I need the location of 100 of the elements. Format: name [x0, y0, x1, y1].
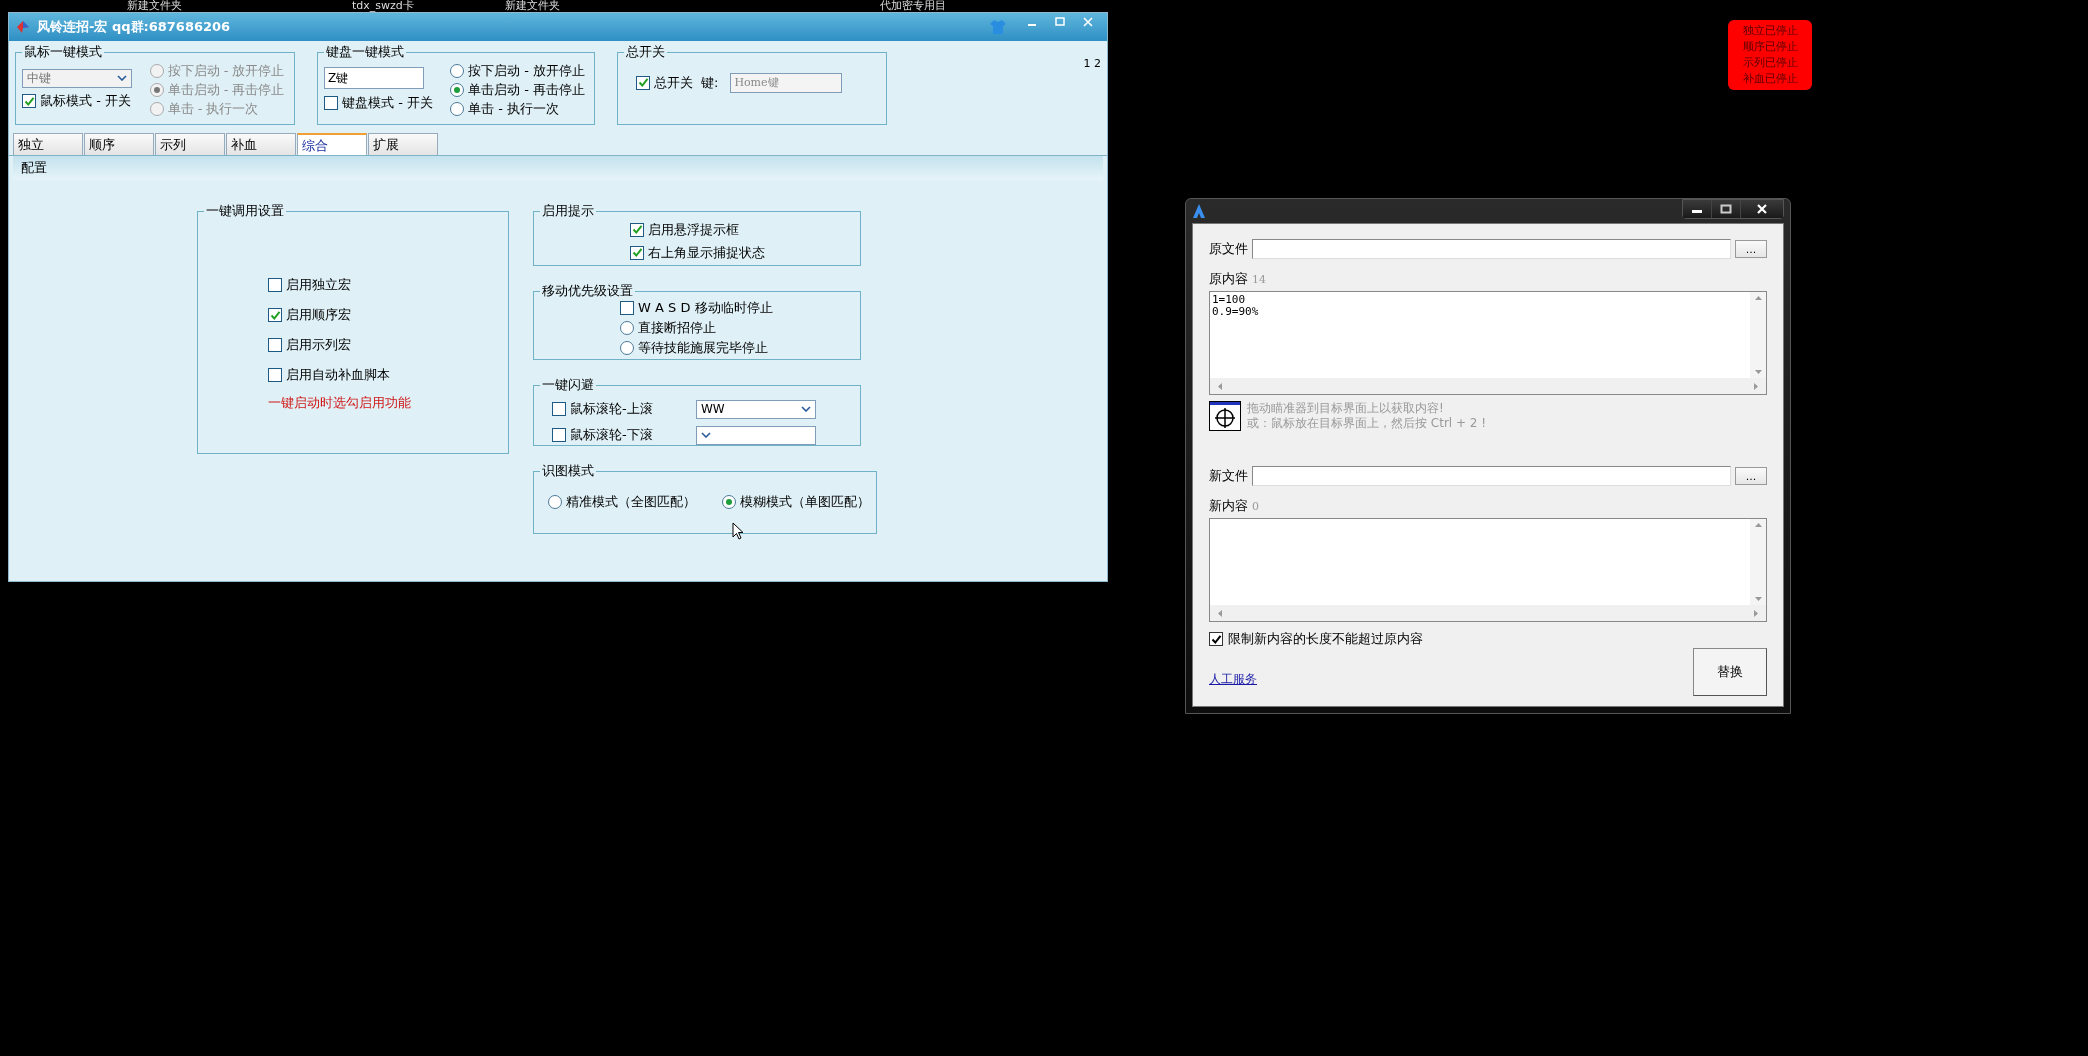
close-icon — [1756, 204, 1768, 214]
radio-button[interactable] — [450, 101, 464, 116]
caret-icon — [701, 432, 711, 438]
desktop-icon-label[interactable]: 新建文件夹 — [505, 0, 560, 12]
checkbox-label[interactable]: 总开关 — [654, 73, 693, 92]
browse-button[interactable]: ... — [1735, 240, 1767, 258]
group-title: 移动优先级设置 — [541, 282, 634, 300]
radio-button[interactable] — [450, 63, 464, 78]
checkbox[interactable] — [268, 368, 282, 382]
status-text: 顺序已停止 — [1742, 39, 1798, 55]
checkbox[interactable] — [22, 94, 36, 108]
dropdown[interactable]: WW — [696, 399, 816, 419]
field-label: 新内容 — [1209, 497, 1248, 515]
file-path-field[interactable] — [1252, 239, 1731, 259]
radio-button[interactable] — [620, 321, 634, 335]
down-arrow-icon[interactable] — [1754, 597, 1762, 601]
crosshair-icon[interactable] — [1209, 401, 1241, 431]
hint-text: 拖动瞄准器到目标界面上以获取内容! — [1247, 401, 1445, 416]
cursor-icon — [732, 522, 744, 540]
checkbox[interactable] — [630, 222, 644, 237]
radio-button[interactable] — [722, 495, 736, 509]
checkbox[interactable] — [552, 428, 566, 442]
checkbox[interactable] — [630, 245, 644, 260]
status-text: 示列已停止 — [1742, 55, 1798, 71]
left-arrow-icon[interactable] — [1218, 609, 1222, 617]
checkbox[interactable] — [268, 308, 282, 322]
checkbox[interactable] — [552, 402, 566, 416]
right-arrow-icon[interactable] — [1754, 382, 1758, 390]
right-arrow-icon[interactable] — [1754, 609, 1758, 617]
hint-text: 或：鼠标放在目标界面上，然后按 Ctrl + 2 ! — [1247, 416, 1487, 431]
checkbox[interactable] — [268, 278, 282, 292]
scrollbar[interactable] — [1210, 378, 1766, 394]
browse-button[interactable]: ... — [1735, 467, 1767, 485]
checkbox-label[interactable]: 启用悬浮提示框 — [648, 220, 739, 239]
scrollbar[interactable] — [1750, 292, 1766, 378]
checkbox-label[interactable]: 限制新内容的长度不能超过原内容 — [1228, 630, 1423, 648]
file-path-field[interactable] — [1252, 466, 1731, 486]
checkbox[interactable] — [1209, 632, 1223, 646]
desktop-icon-label[interactable]: 代加密专用目 — [880, 0, 946, 12]
group-title: 一键调用设置 — [205, 202, 285, 220]
checkbox-label[interactable]: W A S D 移动临时停止 — [638, 299, 773, 317]
tab[interactable]: 补血 — [226, 133, 296, 155]
checkbox-label[interactable]: 鼠标模式 - 开关 — [40, 92, 131, 110]
radio-label[interactable]: 按下启动 - 放开停止 — [468, 61, 585, 80]
minimize-button[interactable] — [1683, 200, 1712, 218]
radio-label[interactable]: 等待技能施展完毕停止 — [638, 339, 768, 357]
checkbox-label[interactable]: 启用独立宏 — [286, 276, 351, 294]
window-title: 风铃连招-宏 qq群:687686206 — [37, 18, 232, 36]
checkbox-label[interactable]: 启用顺序宏 — [286, 306, 351, 324]
checkbox-label[interactable]: 启用示列宏 — [286, 336, 351, 354]
up-arrow-icon[interactable] — [1754, 296, 1762, 300]
down-arrow-icon[interactable] — [1754, 370, 1762, 374]
radio-label[interactable]: 单击 - 执行一次 — [468, 99, 559, 118]
maximize-button[interactable] — [1712, 200, 1741, 218]
radio-button[interactable] — [620, 341, 634, 355]
desktop-icon-label[interactable]: tdx_swzd卡 — [352, 0, 414, 12]
scrollbar[interactable] — [1210, 605, 1766, 621]
scrollbar[interactable] — [1750, 519, 1766, 605]
desktop-icon-label[interactable]: 新建文件夹 — [127, 0, 182, 12]
group-title: 鼠标一键模式 — [23, 43, 103, 61]
checkbox-label[interactable]: 启用自动补血脚本 — [286, 366, 390, 384]
close-icon — [1083, 17, 1093, 27]
radio-button[interactable] — [548, 495, 562, 509]
radio-label[interactable]: 直接断招停止 — [638, 319, 716, 337]
radio-label[interactable]: 模糊模式（单图匹配） — [740, 493, 870, 511]
radio-label[interactable]: 单击启动 - 再击停止 — [468, 80, 585, 99]
radio-button[interactable] — [450, 82, 464, 97]
status-text: 补血已停止 — [1742, 71, 1798, 87]
checkbox[interactable] — [268, 338, 282, 352]
service-link[interactable]: 人工服务 — [1209, 671, 1257, 688]
tab[interactable]: 顺序 — [84, 133, 154, 155]
tab[interactable]: 示列 — [155, 133, 225, 155]
key-field[interactable]: Z键 — [324, 67, 424, 89]
radio-label[interactable]: 精准模式（全图匹配） — [566, 493, 696, 511]
key-label: 键: — [701, 73, 719, 92]
replace-button[interactable]: 替换 — [1693, 648, 1767, 696]
up-arrow-icon[interactable] — [1754, 523, 1762, 527]
checkbox[interactable] — [636, 75, 650, 90]
left-arrow-icon[interactable] — [1218, 382, 1222, 390]
tab[interactable]: 综合 — [297, 133, 367, 155]
checkbox[interactable] — [324, 95, 338, 110]
checkbox-label[interactable]: 键盘模式 - 开关 — [342, 93, 433, 112]
tab[interactable]: 扩展 — [368, 133, 438, 155]
dropdown[interactable] — [696, 425, 816, 445]
checkbox-label[interactable]: 右上角显示捕捉状态 — [648, 243, 765, 262]
checkbox-label[interactable]: 鼠标滚轮-下滚 — [570, 426, 653, 444]
minimize-icon — [1028, 24, 1036, 26]
status-text: 独立已停止 — [1742, 23, 1798, 39]
content-box[interactable]: 1=100 0.9=90% — [1209, 291, 1767, 395]
checkbox-label[interactable]: 鼠标滚轮-上滚 — [570, 400, 653, 418]
caret-icon — [117, 75, 127, 81]
text-line: 0.9=90% — [1212, 306, 1260, 318]
app-icon — [1192, 203, 1206, 219]
tab[interactable]: 独立 — [13, 133, 83, 155]
close-button[interactable] — [1741, 200, 1783, 218]
note-text: 一键启动时选勾启用功能 — [267, 394, 412, 412]
text-line: 1=100 — [1212, 294, 1247, 306]
checkbox[interactable] — [620, 301, 634, 315]
content-box[interactable] — [1209, 518, 1767, 622]
key-field[interactable]: Home键 — [730, 72, 843, 93]
